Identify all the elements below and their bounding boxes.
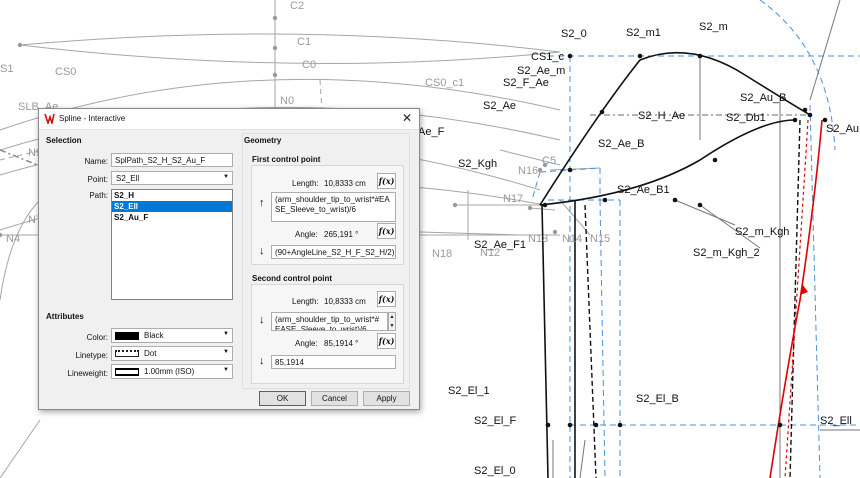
first-control-title: First control point [252,155,321,164]
chevron-down-icon: ▼ [223,174,229,180]
second-length-formula[interactable]: (arm_shoulder_tip_to_wrist*#EASE_Sleeve_… [271,312,388,331]
point-label: S2_Au [826,123,859,135]
path-label: Path: [89,191,108,200]
fx-button[interactable]: f(x) [377,333,396,349]
linetype-swatch [115,350,139,357]
point-label: CS0 [55,66,76,78]
point-label: N0 [280,95,294,107]
list-item[interactable]: S2_Ell [112,201,232,212]
lineweight-value: 1.00mm (ISO) [144,367,195,376]
point-label: S2_m_Kgh_2 [693,247,760,259]
close-icon[interactable]: ✕ [399,110,415,127]
arrow-down-icon[interactable]: ↓ [259,314,265,326]
point-label: S2_Db1 [726,112,766,124]
linetype-value: Dot [144,349,157,358]
fx-button[interactable]: f(x) [377,223,396,239]
app-logo-icon [44,113,55,124]
point-label: S2_Ae_B1 [617,184,670,196]
point-label: S2_El_1 [448,385,490,397]
point-label: S2_Au_B [740,92,786,104]
point-label: C2 [290,0,304,12]
name-label: Name: [84,157,108,166]
point-label: N13 [528,233,548,245]
selection-title: Selection [46,136,82,145]
point-label: N4 [6,233,20,245]
scrollbar[interactable]: ▲ ▼ [388,312,396,331]
point-label: S2_Ell [820,415,852,427]
point-label: S2_El_F [474,415,516,427]
point-label: S2_m [699,21,728,33]
first-angle-label: Angle: [295,230,318,239]
arrow-up-icon[interactable]: ↑ [259,197,265,209]
color-swatch [115,332,139,340]
point-label: S2_Ae_B [598,138,644,150]
chevron-down-icon: ▼ [223,331,229,337]
point-label: S2_m_Kgh [735,226,789,238]
point-label: N18 [432,248,452,260]
first-angle-formula[interactable]: (90+AngleLine_S2_H_F_S2_H/2) [271,245,396,259]
point-label: N17 [503,193,523,205]
spline-dialog: Spline - Interactive ✕ Selection Name: S… [38,108,420,410]
list-item[interactable]: S2_Au_F [112,212,232,223]
second-length-value: 10,8333 cm [324,297,366,306]
point-select[interactable]: S2_Ell ▼ [111,171,233,185]
second-control-title: Second control point [252,274,332,283]
point-label: S2_m1 [626,27,661,39]
point-label: Point: [87,175,108,184]
point-select-value: S2_Ell [116,174,140,183]
cancel-button[interactable]: Cancel [311,391,358,406]
point-label: S2_F_Ae [503,77,549,89]
point-label: N12 [480,247,500,259]
list-item[interactable]: S2_H [112,190,232,201]
point-label: N16 [518,165,538,177]
point-label: Ae_F [418,126,445,138]
dialog-title: Spline - Interactive [59,114,126,123]
color-value: Black [144,331,164,340]
color-label: Color: [86,333,108,342]
linetype-select[interactable]: Dot ▼ [111,346,233,361]
second-angle-formula[interactable]: 85,1914 [271,355,396,369]
path-list[interactable]: S2_H S2_Ell S2_Au_F [111,189,233,300]
point-label: S2_H_Ae [638,110,685,122]
color-select[interactable]: Black ▼ [111,328,233,343]
second-angle-value: 85,1914 ° [324,339,359,348]
attributes-title: Attributes [46,312,84,321]
point-label: S2_El_B [636,393,679,405]
point-label: S2_Ae [483,100,516,112]
point-label: S2_Ae_m [517,65,565,77]
point-label: C0 [302,59,316,71]
arrow-down-icon[interactable]: ↓ [259,355,265,367]
point-label: S1 [0,63,13,75]
fx-button[interactable]: f(x) [377,291,396,307]
lineweight-label: Lineweight: [67,369,108,378]
lineweight-swatch [115,368,139,376]
point-label: N14 [562,233,582,245]
lineweight-select[interactable]: 1.00mm (ISO) ▼ [111,364,233,379]
first-length-formula[interactable]: (arm_shoulder_tip_to_wrist*#EASE_Sleeve_… [271,192,396,222]
point-label: S2_0 [561,28,587,40]
dialog-titlebar[interactable]: Spline - Interactive ✕ [39,109,419,130]
second-length-label: Length: [292,297,319,306]
chevron-down-icon: ▼ [223,367,229,373]
point-label: N15 [590,233,610,245]
linetype-label: Linetype: [75,351,108,360]
first-length-value: 10,8333 cm [324,179,366,188]
apply-button[interactable]: Apply [363,391,410,406]
chevron-down-icon: ▼ [223,349,229,355]
geometry-title: Geometry [244,136,282,145]
point-label: C1 [297,36,311,48]
second-angle-label: Angle: [295,339,318,348]
name-field[interactable]: SplPath_S2_H_S2_Au_F [111,153,233,167]
point-label: CS1_c [531,51,565,63]
point-label: S2_Kgh [458,158,497,170]
point-label: S2_El_0 [474,465,516,477]
point-label: C5 [542,155,556,167]
point-label: CS0_c1 [425,77,464,89]
fx-button[interactable]: f(x) [377,173,396,189]
arrow-down-icon[interactable]: ↓ [259,245,265,257]
ok-button[interactable]: OK [259,391,306,406]
first-length-label: Length: [292,179,319,188]
first-angle-value: 265,191 ° [324,230,359,239]
